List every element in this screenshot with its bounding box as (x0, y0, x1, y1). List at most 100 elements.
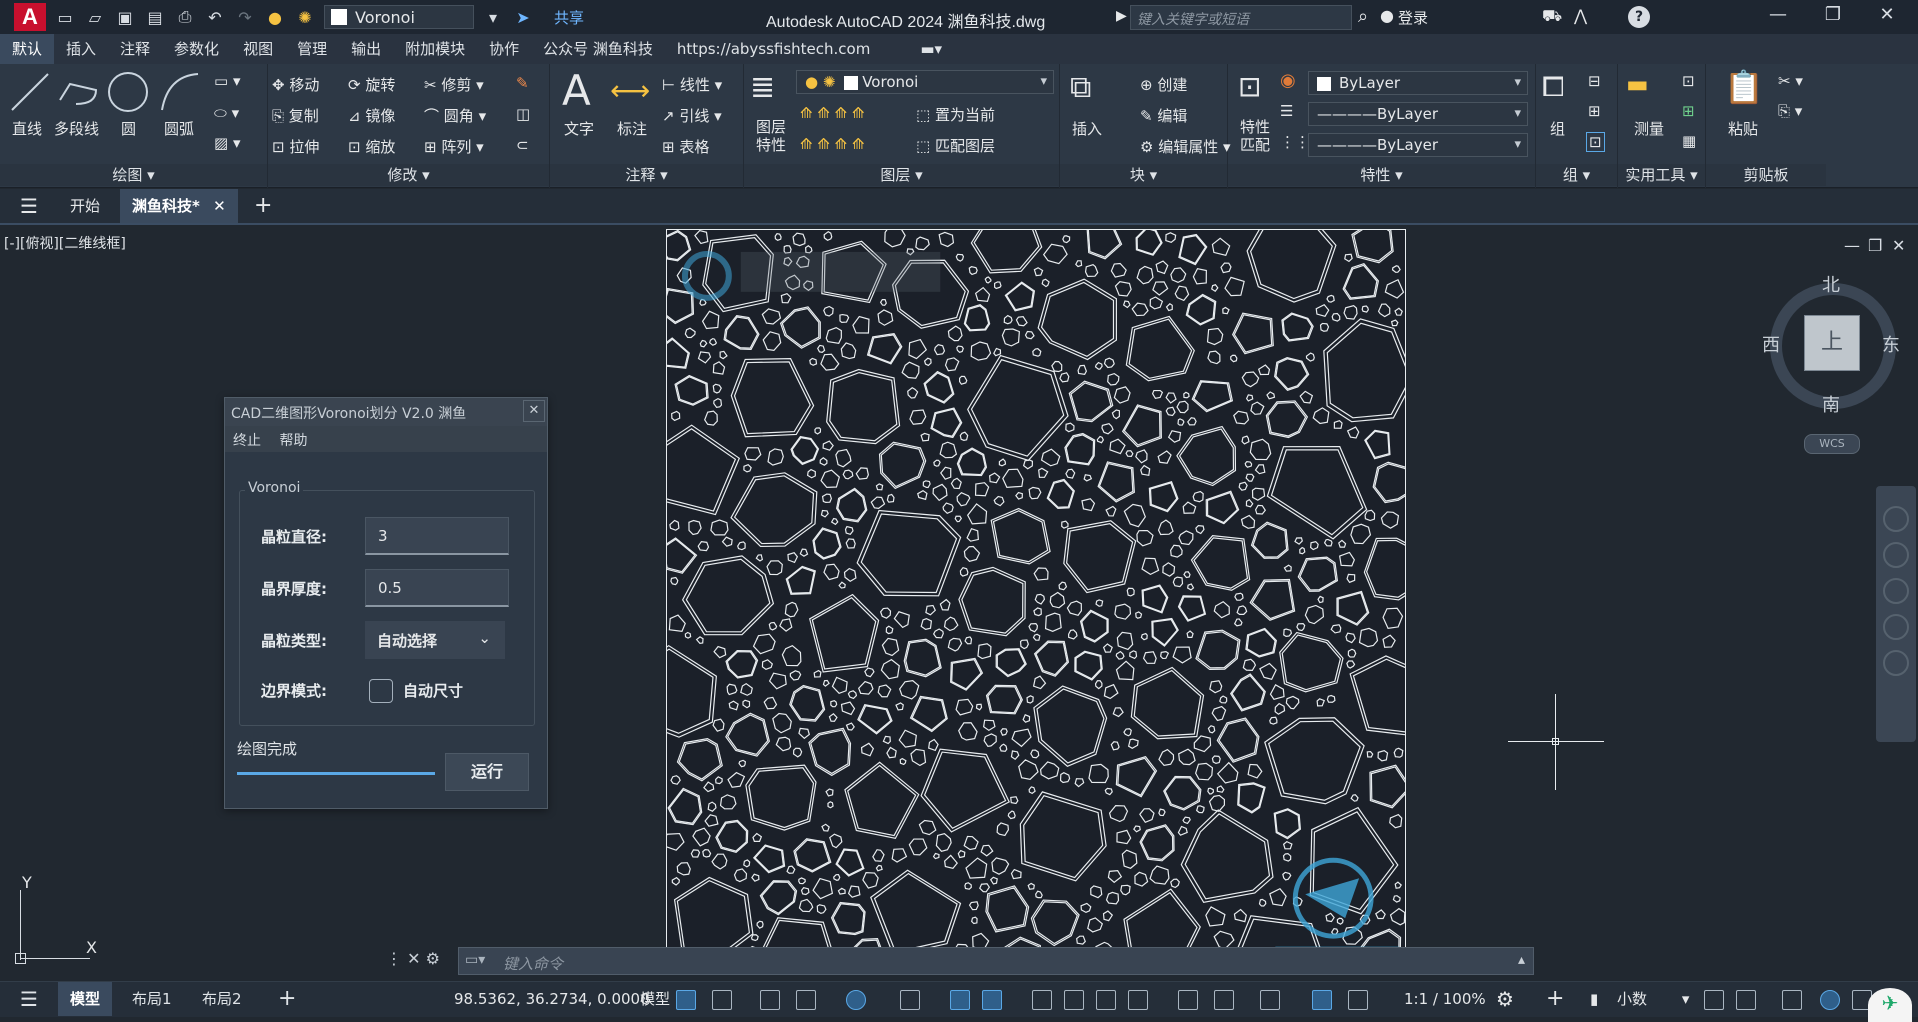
panel-title-modify[interactable]: 修改 ▾ (268, 164, 549, 186)
3d-osnap-icon[interactable] (1128, 990, 1148, 1010)
panel-title-layers[interactable]: 图层 ▾ (744, 164, 1059, 186)
snap-icon[interactable] (712, 990, 732, 1010)
new-tab-icon[interactable]: + (242, 189, 284, 223)
tab-collaborate[interactable]: 协作 (477, 34, 531, 64)
linear-button[interactable]: ⊢ 线性 ▾ (662, 74, 722, 95)
polyline-icon[interactable] (56, 70, 100, 114)
viewport-label[interactable]: [-][俯视][二维线框] (4, 233, 126, 253)
tab-active-drawing[interactable]: 渊鱼科技* ✕ (120, 189, 238, 223)
menu-help[interactable]: 帮助 (273, 426, 313, 450)
status-menu-icon[interactable]: ☰ (8, 982, 50, 1016)
create-block-button[interactable]: ⊕ 创建 (1140, 74, 1187, 95)
voronoi-drawing[interactable] (666, 229, 1406, 969)
wcs-menu[interactable]: WCS (1804, 434, 1860, 454)
array-button[interactable]: ⊞ 阵列 ▾ (424, 136, 484, 157)
panel-title-groups[interactable]: 组 ▾ (1536, 164, 1617, 186)
tab-model[interactable]: 模型 (58, 982, 113, 1016)
annotation-visibility-icon[interactable] (1312, 990, 1332, 1010)
auto-size-label[interactable]: 自动尺寸 (403, 680, 463, 701)
arc-button[interactable]: 圆弧 (164, 118, 194, 139)
trim-button[interactable]: ✂ 修剪 ▾ (424, 74, 484, 95)
chevron-right-icon[interactable]: ▶ (1116, 8, 1127, 24)
line-icon[interactable] (8, 70, 52, 114)
linetype-icon[interactable]: ⋮⋮ (1280, 133, 1310, 151)
layer-properties-icon[interactable]: ≣ (750, 70, 775, 105)
grain-type-select[interactable]: 自动选择 ⌄ (365, 621, 505, 659)
insert-button[interactable]: 插入 (1072, 118, 1102, 139)
isodraft-icon[interactable] (900, 990, 920, 1010)
share-button[interactable]: 共享 (554, 7, 584, 28)
measure-icon[interactable]: ▬ (1626, 70, 1649, 98)
panel-title-clipboard[interactable]: 剪贴板 (1706, 164, 1826, 186)
command-history-icon[interactable]: ▴ (1518, 952, 1525, 968)
auto-size-checkbox[interactable] (369, 679, 393, 703)
lock-ui-icon[interactable] (1736, 990, 1756, 1010)
search-icon[interactable]: ⌕ (1358, 6, 1368, 27)
application-menu-icon[interactable]: ☰ (8, 189, 50, 223)
group-icon[interactable]: ⧠ (1542, 70, 1564, 104)
units-select[interactable]: ▮ 小数 ▾ (1590, 982, 1689, 1016)
match-properties-button[interactable]: 特性 匹配 (1240, 118, 1270, 154)
cut-icon[interactable]: ✂ ▾ (1778, 72, 1803, 90)
tab-layout1[interactable]: 布局1 (120, 982, 184, 1016)
exchange-icon[interactable]: ⋀ (1574, 6, 1587, 25)
tab-annotate[interactable]: 注释 (108, 34, 162, 64)
orbit-icon[interactable] (1883, 614, 1909, 640)
run-button[interactable]: 运行 (445, 753, 529, 791)
panel-title-properties[interactable]: 特性 ▾ (1228, 164, 1535, 186)
hatch-icon[interactable]: ▨ ▾ (214, 134, 240, 152)
selection-filter-icon[interactable] (1214, 990, 1234, 1010)
explode-icon[interactable]: ◫ (516, 105, 530, 123)
current-layer-combo[interactable]: ● ✺ Voronoi (796, 70, 1054, 94)
tab-addins[interactable]: 附加模块 (393, 34, 477, 64)
cart-icon[interactable]: ⛟ (1542, 6, 1562, 27)
steering-wheel-icon[interactable] (1883, 506, 1909, 532)
isolate-objects-icon[interactable] (1782, 990, 1802, 1010)
panel-title-utilities[interactable]: 实用工具 ▾ (1618, 164, 1705, 186)
tab-insert[interactable]: 插入 (54, 34, 108, 64)
user-icon[interactable]: ● (1380, 6, 1394, 25)
arc-icon[interactable] (158, 70, 202, 114)
zoom-icon[interactable] (1883, 578, 1909, 604)
tab-default[interactable]: 默认 (0, 34, 55, 64)
dialog-title[interactable]: CAD二维图形Voronoi划分 V2.0 渊鱼 (225, 398, 547, 426)
offset-icon[interactable]: ⊂ (516, 136, 529, 154)
dialog-close-button[interactable]: ✕ (523, 400, 545, 422)
rectangle-icon[interactable]: ▭ ▾ (214, 72, 240, 90)
ellipse-icon[interactable]: ⬭ ▾ (214, 104, 239, 122)
color-combo[interactable]: ByLayer (1308, 71, 1528, 95)
share-icon[interactable]: ➤ (512, 6, 534, 28)
add-layout-icon[interactable]: + (266, 982, 308, 1016)
tab-output[interactable]: 输出 (339, 34, 393, 64)
layer-tools-row1[interactable]: ⟰ ⟰ ⟰ ⟰ (800, 104, 865, 122)
insert-icon[interactable]: ⧉ (1070, 70, 1091, 105)
sun-icon[interactable]: ✺ (294, 6, 316, 28)
object-snap-icon[interactable] (982, 990, 1002, 1010)
graphics-performance-icon[interactable] (1820, 990, 1840, 1010)
viewcube-top-face[interactable]: 上 (1804, 315, 1860, 371)
circle-icon[interactable] (106, 70, 150, 114)
dropdown-icon[interactable]: ▾ (482, 6, 504, 28)
tab-manage[interactable]: 管理 (285, 34, 339, 64)
ungroup-icon[interactable]: ⊟ (1588, 72, 1601, 90)
close-tab-icon[interactable]: ✕ (213, 197, 226, 215)
quick-properties-icon[interactable] (1704, 990, 1724, 1010)
command-input[interactable]: 键入命令 (503, 953, 563, 974)
model-space-button[interactable]: 模型 (640, 982, 670, 1016)
viewport-minimize-button[interactable]: — (1844, 236, 1860, 255)
tab-layout2[interactable]: 布局2 (190, 982, 254, 1016)
menu-stop[interactable]: 终止 (227, 426, 267, 450)
measure-button[interactable]: 测量 (1634, 118, 1664, 139)
layer-tools-row2[interactable]: ⟰ ⟰ ⟰ ⟰ (800, 135, 865, 153)
copy-button[interactable]: ⎘ 复制 (272, 105, 319, 126)
edit-block-button[interactable]: ✎ 编辑 (1140, 105, 1187, 126)
grain-diameter-input[interactable]: 3 (365, 517, 509, 555)
minimize-button[interactable]: — (1763, 4, 1793, 30)
color-wheel-icon[interactable]: ◉ (1280, 70, 1296, 91)
select-all-icon[interactable]: ⊞ (1682, 102, 1695, 120)
compass-south[interactable]: 南 (1822, 391, 1840, 417)
line-button[interactable]: 直线 (12, 118, 42, 139)
paste-button[interactable]: 粘贴 (1728, 118, 1758, 139)
copy-clip-icon[interactable]: ⎘ ▾ (1778, 102, 1802, 120)
text-icon[interactable]: A (562, 66, 591, 115)
